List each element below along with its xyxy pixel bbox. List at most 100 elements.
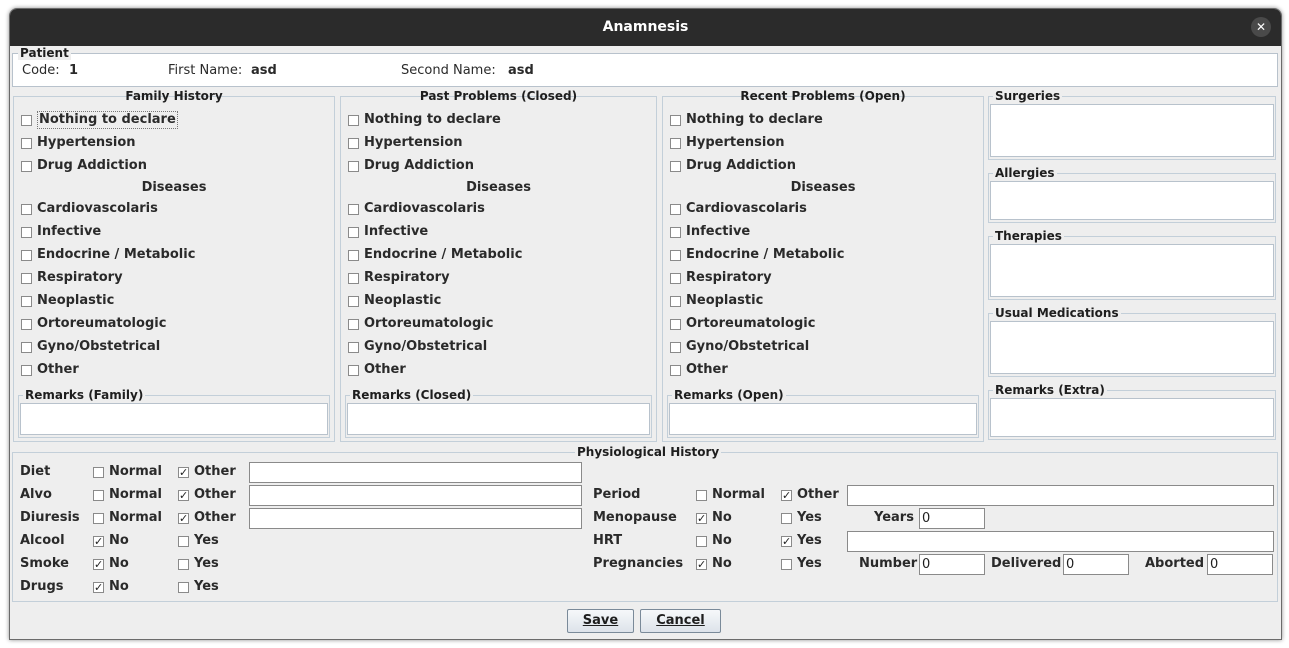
side-textarea-4[interactable] [990,398,1274,437]
side-textarea-3[interactable] [990,321,1274,374]
close-icon[interactable]: ✕ [1251,17,1271,37]
disease-label: Cardiovascolaris [364,201,485,216]
checkbox-2-disease-0[interactable] [670,204,681,215]
checkbox-2-item-0[interactable] [670,115,681,126]
history-item-label: Drug Addiction [686,158,796,173]
checkbox-2-disease-1[interactable] [670,227,681,238]
checkbox-0-disease-4[interactable] [21,296,32,307]
diet-opt1-label: Normal [109,464,162,479]
checkbox-2-disease-3[interactable] [670,273,681,284]
alvo-opt1-checkbox[interactable] [93,490,104,501]
hrt-text-field[interactable] [847,531,1274,552]
period-text-field[interactable] [847,485,1274,506]
history-item-label: Hypertension [37,135,136,150]
disease-label: Gyno/Obstetrical [686,339,810,354]
smoke-label: Smoke [20,556,69,571]
disease-label: Neoplastic [364,293,442,308]
diet-opt2-checkbox[interactable]: ✓ [178,467,189,478]
second-name-label: Second Name: [401,63,496,78]
code-value: 1 [69,63,79,78]
checkbox-1-disease-6[interactable] [348,342,359,353]
checkbox-0-disease-7[interactable] [21,365,32,376]
side-textarea-2[interactable] [990,244,1274,297]
diuresis-opt1-checkbox[interactable] [93,513,104,524]
checkbox-2-disease-4[interactable] [670,296,681,307]
alcool-opt2-checkbox[interactable] [178,536,189,547]
smoke-opt2-checkbox[interactable] [178,559,189,570]
remarks-textarea[interactable] [347,403,650,435]
menopause-opt1-checkbox[interactable]: ✓ [696,513,707,524]
alcool-opt1-label: No [109,533,129,548]
checkbox-2-disease-2[interactable] [670,250,681,261]
diuresis-opt2-checkbox[interactable]: ✓ [178,513,189,524]
checkbox-1-disease-7[interactable] [348,365,359,376]
checkbox-1-item-1[interactable] [348,138,359,149]
disease-label: Respiratory [364,270,450,285]
checkbox-2-disease-7[interactable] [670,365,681,376]
hrt-opt2-label: Yes [797,533,822,548]
remarks-textarea[interactable] [20,403,328,435]
remarks-textarea[interactable] [669,403,977,435]
checkbox-1-disease-0[interactable] [348,204,359,215]
checkbox-0-disease-2[interactable] [21,250,32,261]
disease-label: Infective [364,224,429,239]
title-bar: Anamnesis ✕ [10,9,1281,46]
checkbox-2-item-1[interactable] [670,138,681,149]
delivered-field[interactable]: 0 [1063,554,1129,575]
checkbox-1-disease-3[interactable] [348,273,359,284]
checkbox-0-disease-6[interactable] [21,342,32,353]
hrt-opt2-checkbox[interactable]: ✓ [781,536,792,547]
disease-label: Infective [37,224,102,239]
side-panel-title-4: Remarks (Extra) [993,383,1107,397]
cancel-button[interactable]: Cancel [640,609,721,633]
history-item-label: Nothing to declare [37,111,178,129]
period-opt1-checkbox[interactable] [696,490,707,501]
physiological-history-title: Physiological History [575,445,722,459]
checkbox-0-disease-0[interactable] [21,204,32,215]
drugs-opt2-checkbox[interactable] [178,582,189,593]
checkbox-0-item-0[interactable] [21,115,32,126]
checkbox-0-disease-5[interactable] [21,319,32,330]
diet-opt1-checkbox[interactable] [93,467,104,478]
alvo-opt2-checkbox[interactable]: ✓ [178,490,189,501]
menopause-opt2-checkbox[interactable] [781,513,792,524]
checkbox-1-disease-1[interactable] [348,227,359,238]
side-textarea-1[interactable] [990,181,1274,220]
smoke-opt2-label: Yes [194,556,219,571]
disease-label: Ortoreumatologic [37,316,167,331]
save-button[interactable]: Save [567,609,634,633]
checkbox-1-disease-5[interactable] [348,319,359,330]
period-opt2-checkbox[interactable]: ✓ [781,490,792,501]
pregnancies-opt1-checkbox[interactable]: ✓ [696,559,707,570]
alvo-text-field[interactable] [249,485,582,506]
number-field[interactable]: 0 [919,554,985,575]
years-field[interactable]: 0 [919,508,985,529]
checkbox-1-disease-4[interactable] [348,296,359,307]
smoke-opt1-checkbox[interactable]: ✓ [93,559,104,570]
checkbox-0-disease-1[interactable] [21,227,32,238]
smoke-opt1-label: No [109,556,129,571]
checkbox-1-item-2[interactable] [348,161,359,172]
diet-text-field[interactable] [249,462,582,483]
history-item-label: Drug Addiction [364,158,474,173]
checkbox-2-item-2[interactable] [670,161,681,172]
disease-label: Gyno/Obstetrical [364,339,488,354]
remarks-title-1: Remarks (Closed) [350,388,474,402]
checkbox-2-disease-6[interactable] [670,342,681,353]
checkbox-1-item-0[interactable] [348,115,359,126]
diuresis-text-field[interactable] [249,508,582,529]
hrt-opt1-checkbox[interactable] [696,536,707,547]
aborted-field[interactable]: 0 [1207,554,1273,575]
diseases-label: Diseases [790,180,856,195]
history-panel-title-2: Recent Problems (Open) [740,89,906,103]
pregnancies-opt2-checkbox[interactable] [781,559,792,570]
checkbox-0-item-1[interactable] [21,138,32,149]
checkbox-0-disease-3[interactable] [21,273,32,284]
checkbox-0-item-2[interactable] [21,161,32,172]
drugs-opt1-checkbox[interactable]: ✓ [93,582,104,593]
checkbox-1-disease-2[interactable] [348,250,359,261]
side-textarea-0[interactable] [990,104,1274,157]
alcool-opt1-checkbox[interactable]: ✓ [93,536,104,547]
drugs-opt1-label: No [109,579,129,594]
checkbox-2-disease-5[interactable] [670,319,681,330]
